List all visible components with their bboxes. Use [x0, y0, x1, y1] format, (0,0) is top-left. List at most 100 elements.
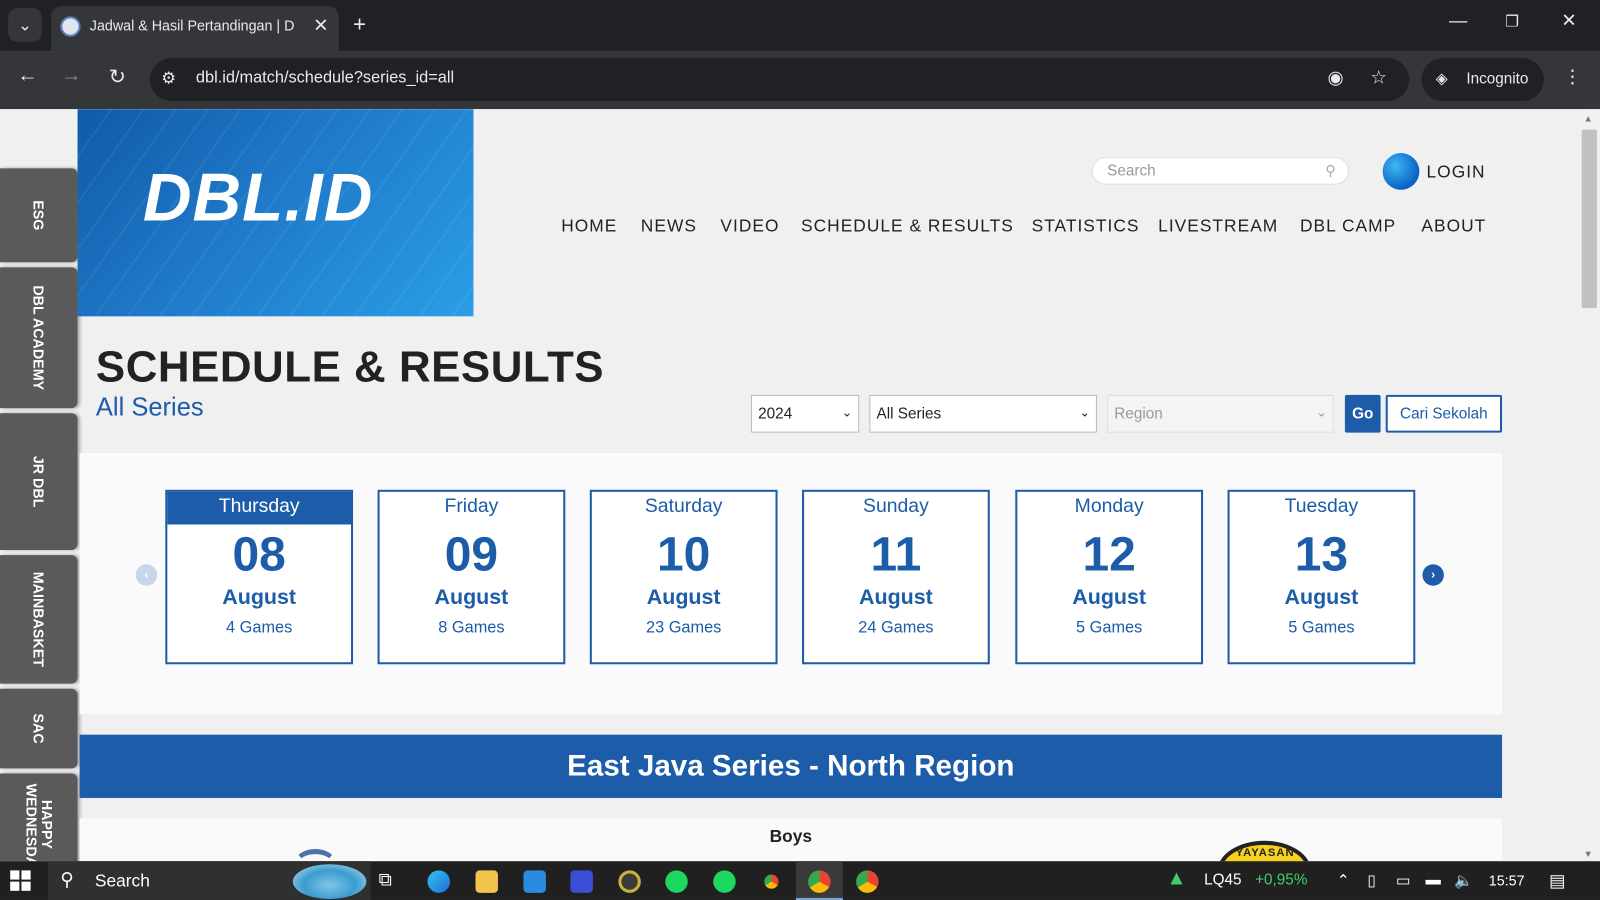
restore-icon[interactable]: ❐ [1505, 12, 1519, 30]
date-card-month: August [1284, 585, 1359, 610]
date-card-day: Saturday [644, 495, 723, 518]
tab-close-icon[interactable]: ✕ [313, 15, 328, 36]
browser-tab[interactable]: Jadwal & Hasil Pertandingan | D ✕ [51, 6, 339, 52]
date-card-month: August [434, 585, 509, 610]
tab-search-chevron-icon[interactable]: ⌄ [8, 8, 42, 42]
chevron-down-icon: ⌄ [1079, 405, 1090, 420]
clock-time[interactable]: 15:57 [1489, 872, 1525, 888]
date-card-day: Thursday [167, 491, 352, 525]
incognito-label: Incognito [1466, 70, 1529, 88]
notification-icon[interactable]: ▤ [1549, 871, 1565, 891]
login-link[interactable]: LOGIN [1427, 162, 1486, 182]
menu-video[interactable]: VIDEO [720, 216, 779, 236]
chrome-icon[interactable] [856, 870, 879, 893]
minimize-icon[interactable]: — [1449, 10, 1467, 31]
new-tab-button[interactable]: + [353, 11, 366, 38]
user-avatar-icon[interactable] [1382, 153, 1420, 190]
tab-title: Jadwal & Hasil Pertandingan | D [89, 17, 295, 34]
stock-change[interactable]: +0,95% [1255, 871, 1307, 888]
url-text[interactable]: dbl.id/match/schedule?series_id=all [196, 69, 454, 87]
scroll-down-icon[interactable]: ▼ [1584, 849, 1593, 859]
chrome-icon[interactable] [760, 870, 783, 893]
site-search-input[interactable]: Search ⚲ [1091, 157, 1349, 185]
date-card-month: August [222, 585, 297, 610]
chrome-icon[interactable] [808, 870, 831, 893]
series-select[interactable]: All Series ⌄ [869, 394, 1097, 433]
app-icon[interactable] [570, 870, 593, 893]
sidetab-happy-wednesday[interactable]: HAPPY WEDNESDAY [0, 773, 78, 862]
scroll-up-icon[interactable]: ▲ [1584, 113, 1593, 123]
address-bar[interactable]: ⚙ dbl.id/match/schedule?series_id=all ◉ … [149, 58, 1410, 102]
year-select[interactable]: 2024 ⌄ [751, 394, 860, 433]
home-team-logo [293, 848, 337, 861]
window-close-icon[interactable]: ✕ [1561, 10, 1576, 31]
mail-icon[interactable] [523, 870, 546, 893]
menu-dbl-camp[interactable]: DBL CAMP [1300, 216, 1396, 236]
site-settings-icon[interactable]: ⚙ [161, 68, 176, 88]
site-logo[interactable]: DBL.ID [77, 109, 474, 317]
date-card[interactable]: Monday 12 August 5 Games [1015, 489, 1204, 665]
date-card-number: 12 [1082, 526, 1136, 581]
file-explorer-icon[interactable] [475, 870, 498, 893]
sidetab-jr-dbl[interactable]: JR DBL [0, 413, 78, 550]
menu-home[interactable]: HOME [561, 216, 617, 236]
tray-chevron-icon[interactable]: ⌃ [1337, 871, 1350, 889]
sidetab-mainbasket[interactable]: MAINBASKET [0, 555, 78, 684]
taskbar-search[interactable]: ⚲ Search [47, 861, 371, 900]
date-card[interactable]: Thursday 08 August 4 Games [165, 489, 354, 665]
date-card[interactable]: Sunday 11 August 24 Games [802, 489, 990, 665]
menu-news[interactable]: NEWS [641, 216, 697, 236]
chevron-down-icon: ⌄ [1316, 405, 1327, 420]
date-card[interactable]: Tuesday 13 August 5 Games [1227, 489, 1416, 665]
go-button[interactable]: Go [1344, 394, 1381, 433]
battery-icon[interactable]: ▬ [1425, 871, 1440, 888]
display-icon[interactable]: ▭ [1396, 871, 1410, 889]
date-card[interactable]: Saturday 10 August 23 Games [589, 489, 778, 665]
device-icon[interactable]: ▯ [1367, 871, 1375, 889]
date-card[interactable]: Friday 09 August 8 Games [377, 489, 566, 665]
scrollbar-thumb[interactable] [1581, 129, 1597, 309]
menu-schedule-results[interactable]: SCHEDULE & RESULTS [801, 216, 1014, 236]
incognito-badge[interactable]: ◈ Incognito [1421, 58, 1544, 102]
windows-start-icon[interactable] [10, 870, 31, 891]
find-school-button[interactable]: Cari Sekolah [1385, 394, 1503, 433]
web-page: ESG DBL ACADEMY JR DBL MAINBASKET SAC HA… [0, 109, 1580, 862]
app-icon[interactable] [618, 870, 641, 893]
browser-menu-icon[interactable]: ⋮ [1563, 66, 1581, 87]
match-panel: Boys YAYASAN [79, 818, 1503, 862]
date-card-games: 24 Games [858, 619, 934, 637]
date-card-month: August [1072, 585, 1147, 610]
spotify-icon[interactable] [665, 870, 688, 893]
search-icon[interactable]: ⚲ [1325, 162, 1335, 179]
date-card-games: 8 Games [438, 619, 505, 637]
task-view-icon[interactable]: ⧉ [379, 869, 392, 890]
edge-icon[interactable] [427, 870, 450, 893]
date-card-number: 08 [232, 526, 286, 581]
region-select[interactable]: Region ⌄ [1107, 394, 1334, 433]
stock-name[interactable]: LQ45 [1204, 871, 1241, 888]
next-date-arrow-icon[interactable]: › [1422, 564, 1444, 586]
sidetab-sac[interactable]: SAC [0, 688, 78, 769]
prev-date-arrow-icon[interactable]: ‹ [135, 564, 158, 586]
menu-livestream[interactable]: LIVESTREAM [1158, 216, 1278, 236]
search-placeholder: Search [1107, 162, 1156, 180]
date-card-games: 5 Games [1288, 619, 1355, 637]
date-card-games: 4 Games [226, 619, 293, 637]
sidetab-label: JR DBL [30, 455, 47, 508]
browser-toolbar: ← → ↻ ⚙ dbl.id/match/schedule?series_id=… [0, 51, 1600, 110]
sidetab-dbl-academy[interactable]: DBL ACADEMY [0, 267, 78, 409]
menu-about[interactable]: ABOUT [1421, 216, 1486, 236]
date-card-month: August [646, 585, 721, 610]
sidetab-label: MAINBASKET [30, 571, 47, 668]
forward-icon[interactable]: → [56, 64, 87, 87]
volume-icon[interactable]: 🔈 [1454, 871, 1473, 889]
back-icon[interactable]: ← [12, 64, 43, 87]
date-card-number: 13 [1294, 526, 1349, 581]
sidetab-esg[interactable]: ESG [0, 168, 78, 263]
menu-statistics[interactable]: STATISTICS [1032, 216, 1140, 236]
reload-icon[interactable]: ↻ [102, 64, 133, 90]
spotify-icon[interactable] [713, 870, 736, 893]
page-scrollbar[interactable]: ▲ ▼ [1579, 109, 1600, 862]
eye-off-icon[interactable]: ◉ [1328, 67, 1344, 88]
bookmark-star-icon[interactable]: ☆ [1370, 67, 1386, 88]
